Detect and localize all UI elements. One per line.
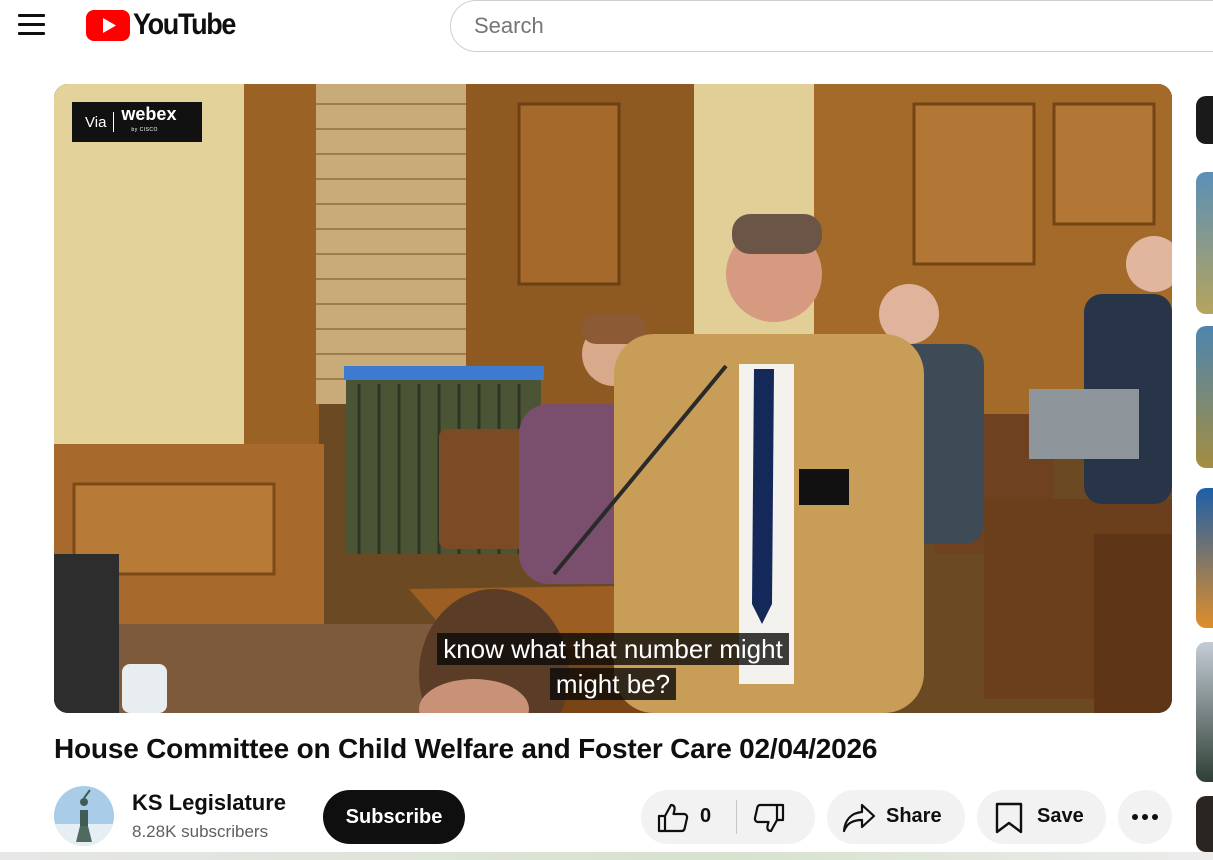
- recommended-thumbnail[interactable]: [1196, 642, 1213, 782]
- recommended-thumbnail[interactable]: [1196, 96, 1213, 144]
- watermark-via: Via: [85, 113, 107, 131]
- page-bottom-edge: [0, 852, 1213, 860]
- video-player[interactable]: Via webex by CISCO know what that number …: [54, 84, 1172, 713]
- share-label: Share: [886, 805, 942, 827]
- channel-avatar[interactable]: [54, 786, 114, 846]
- share-button[interactable]: Share: [827, 790, 965, 844]
- logo-text: YouTube: [133, 8, 236, 41]
- menu-icon: [18, 14, 45, 17]
- search-input[interactable]: [474, 13, 1174, 39]
- caption-line-1: know what that number might: [54, 632, 1172, 666]
- watermark-brand: webex by CISCO: [121, 104, 177, 133]
- like-count: 0: [700, 805, 712, 827]
- recommended-thumbnail[interactable]: [1196, 172, 1213, 314]
- subscriber-count: 8.28K subscribers: [132, 822, 269, 841]
- more-icon: [1132, 814, 1138, 820]
- like-icon: [657, 803, 689, 833]
- dislike-button[interactable]: [737, 790, 815, 844]
- dislike-icon: [753, 803, 785, 833]
- share-icon: [842, 803, 876, 833]
- video-title: House Committee on Child Welfare and Fos…: [54, 733, 878, 764]
- subscribe-button[interactable]: Subscribe: [323, 790, 465, 844]
- like-dislike-group: 0: [641, 790, 815, 844]
- menu-button[interactable]: [14, 10, 50, 40]
- channel-avatar-image: [54, 786, 114, 846]
- recommended-thumbnail[interactable]: [1196, 796, 1213, 852]
- like-button[interactable]: 0: [641, 790, 737, 844]
- recommended-thumbnail[interactable]: [1196, 326, 1213, 468]
- search-box[interactable]: [450, 0, 1213, 52]
- webex-watermark: Via webex by CISCO: [72, 102, 202, 142]
- more-actions-button[interactable]: [1118, 790, 1172, 844]
- video-frame: [54, 84, 1172, 713]
- save-label: Save: [1037, 805, 1084, 827]
- save-button[interactable]: Save: [977, 790, 1106, 844]
- youtube-logo-icon: [86, 9, 130, 41]
- channel-name[interactable]: KS Legislature: [132, 790, 286, 816]
- recommended-thumbnail[interactable]: [1196, 488, 1213, 628]
- caption-line-2: might be?: [54, 667, 1172, 701]
- youtube-logo[interactable]: YouTube: [86, 8, 246, 41]
- save-icon: [995, 802, 1023, 834]
